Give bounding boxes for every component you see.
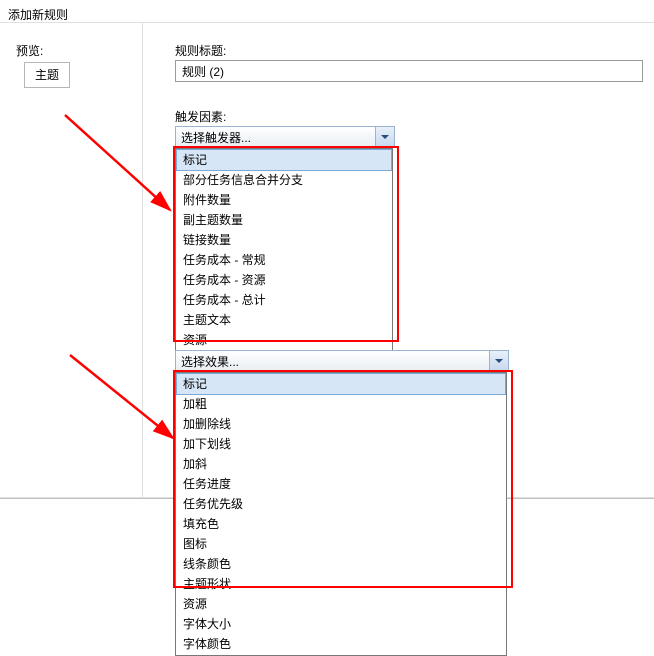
effect-list-option[interactable]: 字体大小 [177, 614, 505, 634]
trigger-list-option[interactable]: 链接数量 [177, 230, 391, 250]
effect-list-option[interactable]: 加删除线 [177, 414, 505, 434]
effect-list-option[interactable]: 任务进度 [177, 474, 505, 494]
effect-list-option[interactable]: 图标 [177, 534, 505, 554]
rule-title-label: 规则标题: [175, 42, 226, 59]
trigger-option-list[interactable]: 标记部分任务信息合并分支附件数量副主题数量链接数量任务成本 - 常规任务成本 -… [175, 148, 393, 352]
effect-option-list[interactable]: 标记加粗加删除线加下划线加斜任务进度任务优先级填充色图标线条颜色主题形状资源字体… [175, 372, 507, 656]
effect-list-option[interactable]: 填充色 [177, 514, 505, 534]
trigger-label: 触发因素: [175, 108, 226, 125]
effect-list-option[interactable]: 加粗 [177, 394, 505, 414]
trigger-list-option[interactable]: 主题文本 [177, 310, 391, 330]
trigger-list-option[interactable]: 任务成本 - 总计 [177, 290, 391, 310]
trigger-select-button[interactable] [375, 127, 394, 147]
trigger-list-option[interactable]: 附件数量 [177, 190, 391, 210]
trigger-list-option[interactable]: 任务成本 - 常规 [177, 250, 391, 270]
effect-list-option[interactable]: 加下划线 [177, 434, 505, 454]
trigger-list-option[interactable]: 任务成本 - 资源 [177, 270, 391, 290]
preview-box: 主题 [24, 62, 70, 88]
trigger-list-option[interactable]: 标记 [176, 149, 392, 171]
effect-list-option[interactable]: 字体颜色 [177, 634, 505, 654]
effect-select-text: 选择效果... [181, 353, 239, 370]
effect-select[interactable]: 选择效果... [175, 350, 509, 372]
preview-label: 预览: [16, 42, 43, 59]
chevron-down-icon [495, 359, 503, 363]
effect-list-option[interactable]: 主题形状 [177, 574, 505, 594]
effect-list-option[interactable]: 任务优先级 [177, 494, 505, 514]
trigger-list-option[interactable]: 副主题数量 [177, 210, 391, 230]
dialog-title: 添加新规则 [8, 6, 68, 23]
effect-select-button[interactable] [489, 351, 508, 371]
effect-list-option[interactable]: 资源 [177, 594, 505, 614]
rule-title-input[interactable] [175, 60, 643, 82]
trigger-select-text: 选择触发器... [181, 129, 251, 146]
chevron-down-icon [381, 135, 389, 139]
trigger-list-option[interactable]: 部分任务信息合并分支 [177, 170, 391, 190]
effect-list-option[interactable]: 加斜 [177, 454, 505, 474]
effect-list-option[interactable]: 标记 [176, 373, 506, 395]
trigger-list-option[interactable]: 资源 [177, 330, 391, 350]
trigger-select[interactable]: 选择触发器... [175, 126, 395, 148]
effect-list-option[interactable]: 线条颜色 [177, 554, 505, 574]
panel-divider [142, 22, 143, 498]
